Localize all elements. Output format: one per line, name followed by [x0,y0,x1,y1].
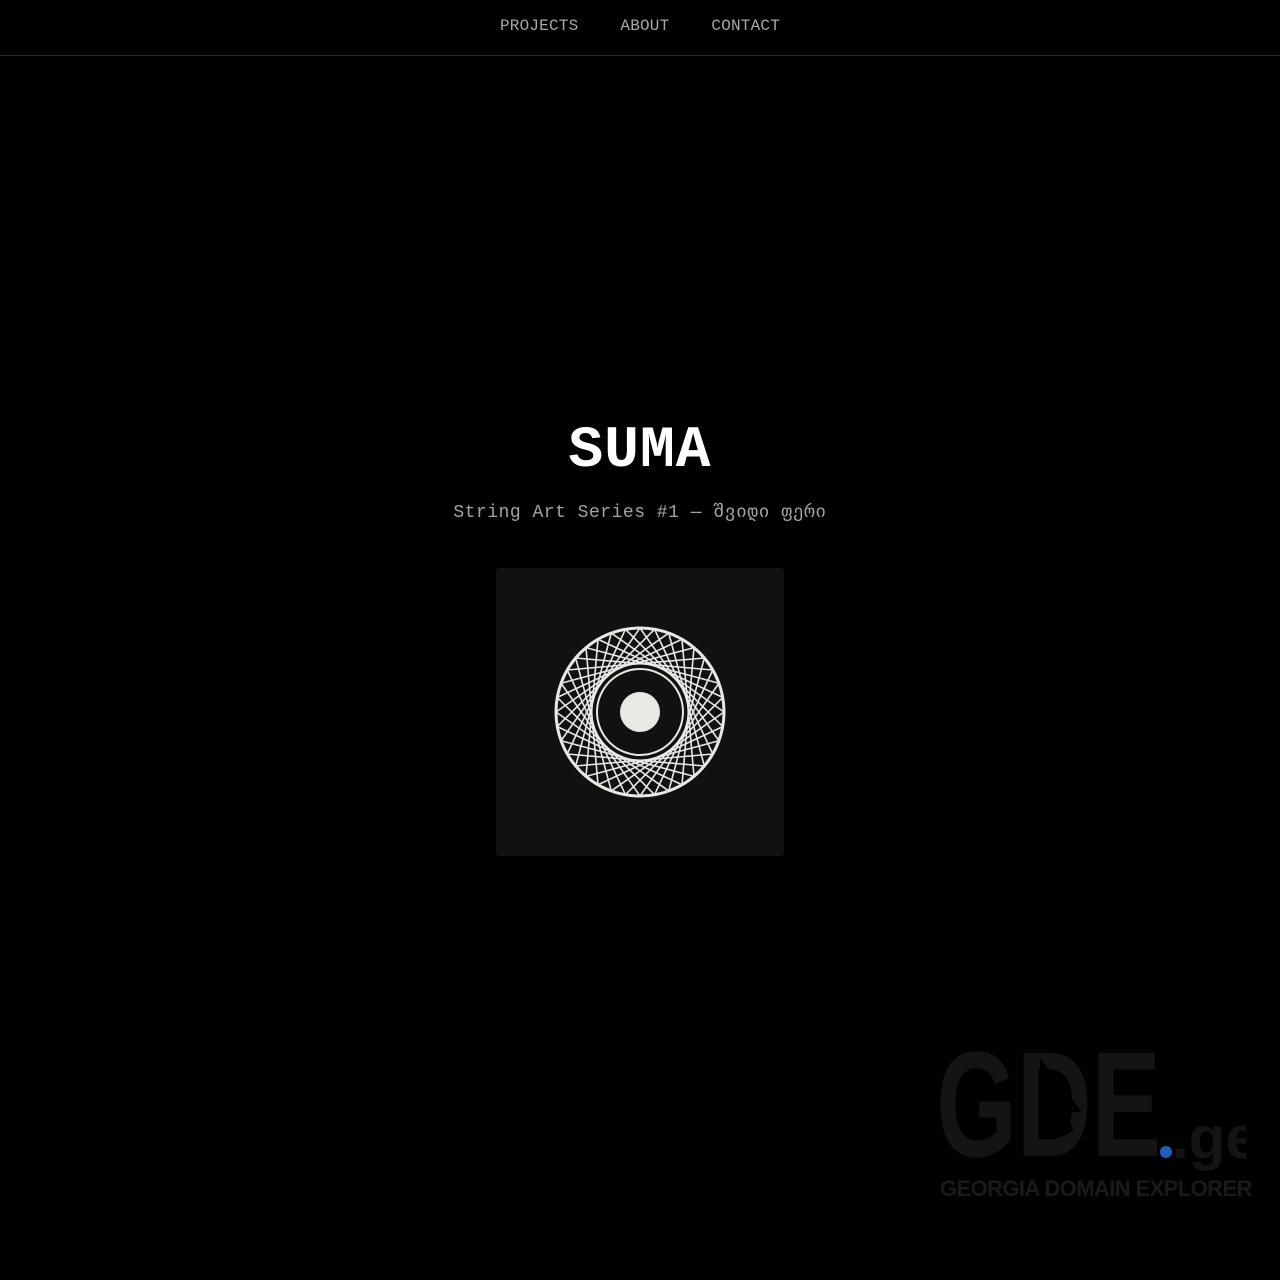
gde-logo-text: GDE [936,1030,1161,1180]
nav-link-projects[interactable]: PROJECTS [500,17,578,35]
tld-text: .ge [1172,1104,1246,1171]
page-subtitle: String Art Series #1 — შვიდი ფერი [453,503,827,523]
string-art-icon [554,626,726,798]
page-title: SUMA [568,419,712,484]
artwork-card[interactable] [496,568,784,856]
top-nav: PROJECTS ABOUT CONTACT [0,0,1280,56]
gde-logo-icon: GDE .ge [936,1020,1259,1188]
watermark-logo: GDE .ge GEORGIA DOMAIN EXPLORER [936,1020,1259,1210]
nav-link-contact[interactable]: CONTACT [711,17,780,35]
tld-dot-icon [1160,1146,1172,1158]
nav-link-about[interactable]: ABOUT [620,17,669,35]
center-dot [620,692,660,732]
watermark-caption: GEORGIA DOMAIN EXPLORER [940,1176,1252,1201]
